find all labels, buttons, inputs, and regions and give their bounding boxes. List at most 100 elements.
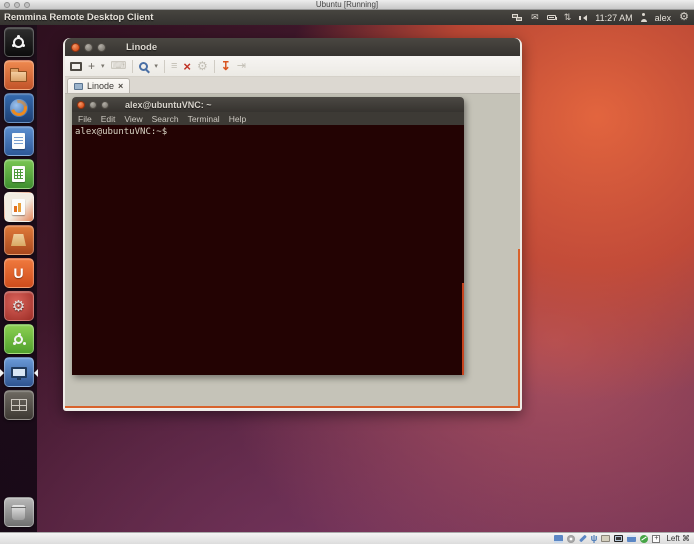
ubuntu-logo-icon (13, 37, 24, 48)
zoom-button[interactable] (139, 62, 148, 71)
toggle-fullscreen-button[interactable] (70, 62, 82, 71)
toolbar-separator (214, 60, 215, 73)
usb-icon[interactable]: ψ (591, 534, 598, 543)
battery-indicator-icon[interactable] (547, 15, 556, 20)
host-key-label: Left ⌘ (666, 534, 690, 543)
launcher-item-workspace-switcher[interactable] (4, 390, 34, 420)
mouse-integration-icon[interactable]: + (652, 535, 660, 543)
green-ubuntu-logo-icon (14, 335, 23, 344)
launcher-item-system-settings[interactable]: ⚙ (4, 291, 34, 321)
network-icon[interactable] (640, 535, 648, 543)
active-app-title: Remmina Remote Desktop Client (4, 12, 153, 23)
terminal-close-button[interactable] (77, 101, 85, 109)
vm-window-title: Ubuntu [Running] (0, 0, 694, 10)
tab-close-icon[interactable]: × (118, 81, 123, 91)
launcher-item-software-center[interactable] (4, 225, 34, 255)
trash-bin-icon (12, 505, 25, 520)
terminal-menubar: File Edit View Search Terminal Help (72, 112, 464, 125)
menu-terminal[interactable]: Terminal (188, 114, 220, 124)
unity-launcher: U ⚙ (0, 25, 37, 532)
menu-file[interactable]: File (78, 114, 92, 124)
vbox-statusbar: ψ + Left ⌘ (0, 532, 694, 544)
remmina-window: Linode + ▾ ⌨ ▾ ≡ × ⚙ ↧ ⇥ (63, 38, 522, 411)
remmina-window-title: Linode (126, 42, 157, 53)
menu-help[interactable]: Help (229, 114, 246, 124)
display-icon[interactable] (614, 535, 623, 542)
vm-titlebar[interactable]: Ubuntu [Running] (0, 0, 694, 10)
menu-search[interactable]: Search (152, 114, 179, 124)
ubuntu-one-icon: U (13, 265, 23, 281)
fullscreen-icon (70, 62, 82, 71)
launcher-item-firefox[interactable] (4, 93, 34, 123)
screenshot-button[interactable]: ⚙ (197, 60, 208, 72)
plug-icon: ⇥ (237, 61, 246, 72)
remmina-titlebar[interactable]: Linode (65, 38, 520, 56)
minimize-button[interactable] (84, 43, 93, 52)
plug-button[interactable]: ⇥ (237, 61, 246, 72)
ubuntu-top-panel: Remmina Remote Desktop Client ✉ ⇅ 11:27 … (0, 10, 694, 25)
scale-icon: + (88, 60, 95, 72)
shared-folders-icon[interactable] (601, 535, 610, 542)
desktop-wallpaper: U ⚙ Linode (0, 25, 694, 532)
scale-button[interactable]: + (88, 60, 95, 72)
session-gear-icon[interactable]: ⚙ (679, 12, 689, 23)
zoom-dropdown-caret-icon[interactable]: ▾ (154, 62, 158, 70)
viewport-edge-artifact-bottom (65, 406, 520, 408)
volume-indicator-icon[interactable] (579, 15, 587, 21)
preferences-icon: ≡ (171, 61, 177, 72)
workspace-grid-icon (11, 399, 27, 411)
menu-edit[interactable]: Edit (101, 114, 116, 124)
settings-gear-icon: ⚙ (12, 299, 25, 314)
preferences-button[interactable]: ≡ (171, 61, 177, 72)
video-capture-icon[interactable] (627, 535, 636, 542)
terminal-window-title: alex@ubuntuVNC: ~ (125, 100, 212, 110)
launcher-item-dash-home[interactable] (4, 27, 34, 57)
remmina-toolbar: + ▾ ⌨ ▾ ≡ × ⚙ ↧ ⇥ (65, 56, 520, 77)
terminal-maximize-button[interactable] (101, 101, 109, 109)
launcher-item-home-folder[interactable] (4, 60, 34, 90)
firefox-icon (10, 99, 28, 117)
terminal-body[interactable]: alex@ubuntuVNC:~$ (72, 125, 464, 375)
sync-indicator-icon[interactable]: ⇅ (564, 13, 572, 22)
impress-presentation-icon (12, 199, 25, 215)
vnc-viewport[interactable]: alex@ubuntuVNC: ~ File Edit View Search … (65, 94, 520, 408)
scale-dropdown-caret-icon[interactable]: ▾ (101, 62, 105, 70)
launcher-item-trash[interactable] (4, 497, 34, 527)
remote-displays-indicator-icon[interactable] (512, 14, 523, 22)
username[interactable]: alex (655, 13, 672, 23)
messages-indicator-icon[interactable]: ✉ (531, 13, 539, 22)
remote-terminal-window: alex@ubuntuVNC: ~ File Edit View Search … (72, 97, 464, 375)
tools-button[interactable]: × (183, 60, 191, 73)
toolbar-separator (164, 60, 165, 73)
shopping-bag-icon (11, 234, 26, 246)
hard-disks-icon[interactable] (554, 535, 563, 543)
clock[interactable]: 11:27 AM (595, 13, 632, 23)
menu-view[interactable]: View (124, 114, 142, 124)
viewport-edge-artifact-right (518, 249, 520, 406)
remmina-tabbar: Linode × (65, 77, 520, 94)
folder-icon (10, 71, 27, 82)
terminal-edge-artifact (462, 283, 464, 375)
disconnect-button[interactable]: ↧ (221, 60, 231, 72)
audio-icon[interactable] (579, 535, 587, 543)
disconnect-plug-icon: ↧ (221, 60, 231, 72)
terminal-titlebar[interactable]: alex@ubuntuVNC: ~ (72, 97, 464, 112)
tab-linode[interactable]: Linode × (67, 78, 130, 93)
optical-drives-icon[interactable] (567, 535, 575, 543)
grab-keyboard-button[interactable]: ⌨ (111, 61, 127, 72)
close-button[interactable] (71, 43, 80, 52)
maximize-button[interactable] (97, 43, 106, 52)
gears-icon: ⚙ (197, 60, 208, 72)
launcher-item-ubuntu-green-app[interactable] (4, 324, 34, 354)
launcher-item-libreoffice-impress[interactable] (4, 192, 34, 222)
magnifier-icon (139, 62, 148, 71)
calc-spreadsheet-icon (12, 166, 25, 182)
terminal-minimize-button[interactable] (89, 101, 97, 109)
remmina-monitor-icon (11, 367, 27, 378)
screen: Ubuntu [Running] Remmina Remote Desktop … (0, 0, 694, 544)
launcher-item-libreoffice-writer[interactable] (4, 126, 34, 156)
launcher-item-ubuntu-one[interactable]: U (4, 258, 34, 288)
keyboard-icon: ⌨ (111, 61, 127, 72)
launcher-item-remmina[interactable] (4, 357, 34, 387)
launcher-item-libreoffice-calc[interactable] (4, 159, 34, 189)
